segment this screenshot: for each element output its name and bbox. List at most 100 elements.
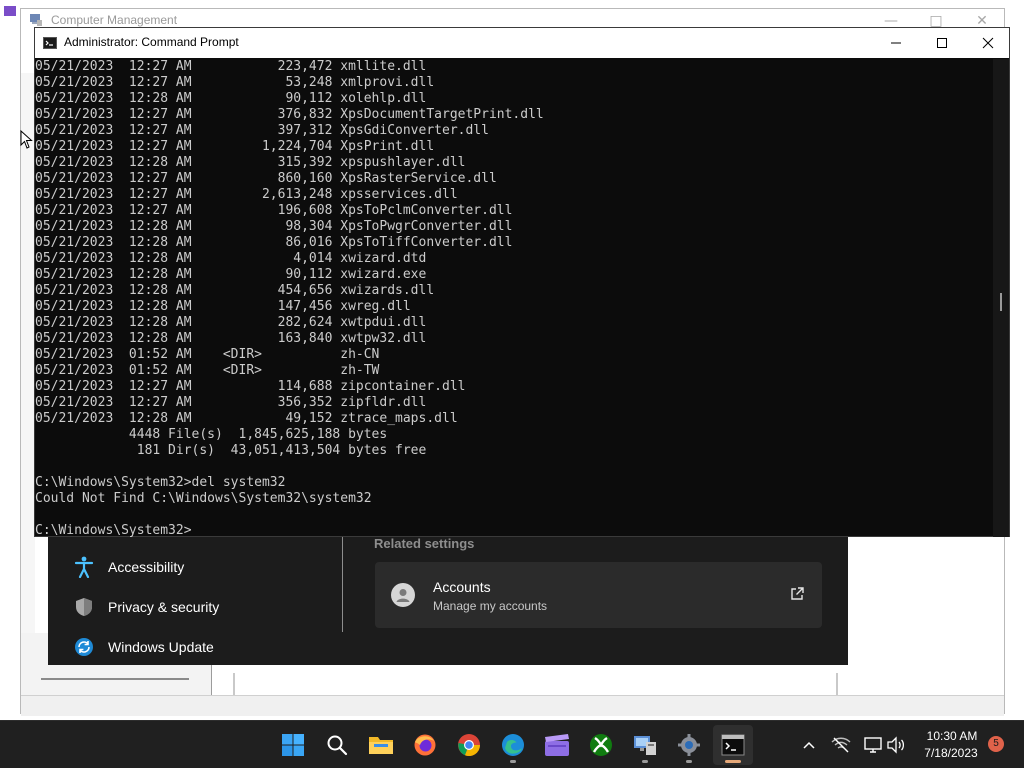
minimize-icon <box>891 42 901 44</box>
console-line: 05/21/2023 12:27 AM 356,352 zipfldr.dll <box>35 395 427 410</box>
terminal-button[interactable] <box>713 725 753 765</box>
console-line: 4448 File(s) 1,845,625,188 bytes <box>35 427 388 442</box>
console-line: 05/21/2023 12:27 AM 53,248 xmlprovi.dll <box>35 75 435 90</box>
settings-nav-label: Accessibility <box>108 559 185 575</box>
console-line: 05/21/2023 12:28 AM 90,112 xolehlp.dll <box>35 91 427 106</box>
console-line: 05/21/2023 12:27 AM 114,688 zipcontainer… <box>35 379 466 394</box>
cm-window-title: Computer Management <box>51 13 178 27</box>
notification-badge[interactable]: 5 <box>988 736 1004 752</box>
edge-button[interactable] <box>493 725 533 765</box>
volume-icon <box>887 736 905 754</box>
network-off-icon <box>831 737 851 753</box>
chrome-button[interactable] <box>449 725 489 765</box>
firefox-icon <box>414 734 436 756</box>
terminal-icon <box>721 734 745 756</box>
xbox-icon <box>590 734 612 756</box>
settings-nav-label: Privacy & security <box>108 599 220 615</box>
cm-horizontal-scrollbar[interactable] <box>41 678 189 680</box>
settings-divider <box>342 536 343 632</box>
avatar <box>391 583 415 607</box>
mouse-pointer-icon <box>20 130 33 149</box>
console-line: 05/21/2023 12:28 AM 147,456 xwreg.dll <box>35 299 411 314</box>
network-button[interactable] <box>831 735 851 755</box>
media-app-button[interactable] <box>537 725 577 765</box>
console-line: 05/21/2023 12:27 AM 376,832 XpsDocumentT… <box>35 107 544 122</box>
running-indicator <box>725 760 741 763</box>
terminal-icon <box>43 37 57 49</box>
cmd-vertical-scrollbar[interactable] <box>993 59 1009 537</box>
console-line: 05/21/2023 12:27 AM 397,312 XpsGdiConver… <box>35 123 489 138</box>
console-line: 05/21/2023 12:27 AM 2,613,248 xpsservice… <box>35 187 458 202</box>
console-line: 05/21/2023 12:27 AM 860,160 XpsRasterSer… <box>35 171 497 186</box>
display-icon <box>864 737 882 753</box>
computer-management-icon <box>30 14 42 26</box>
cmd-scroll-thumb[interactable] <box>1000 293 1002 311</box>
folder-icon <box>369 737 393 754</box>
settings-nav-accessibility[interactable]: Accessibility <box>72 551 184 583</box>
console-line: 05/21/2023 01:52 AM <DIR> zh-CN <box>35 347 380 362</box>
settings-nav-privacy[interactable]: Privacy & security <box>72 591 219 623</box>
settings-window: Accessibility Privacy & security Windows… <box>48 520 848 665</box>
console-line: 05/21/2023 12:28 AM 454,656 xwizards.dll <box>35 283 435 298</box>
cmd-close-button[interactable] <box>965 28 1011 58</box>
cm-tree-pane <box>21 73 35 633</box>
accounts-card-title: Accounts <box>433 579 491 595</box>
computer-management-icon <box>634 736 656 755</box>
console-line: 05/21/2023 12:27 AM 1,224,704 XpsPrint.d… <box>35 139 435 154</box>
running-indicator <box>642 760 648 763</box>
external-link-icon[interactable] <box>789 586 805 602</box>
shield-icon <box>72 595 96 619</box>
taskbar: 10:30 AM 7/18/2023 5 <box>0 720 1024 768</box>
search-icon <box>327 735 348 756</box>
accessibility-icon <box>72 555 96 579</box>
cmd-maximize-button[interactable] <box>919 28 965 58</box>
console-output[interactable]: 05/21/2023 12:27 AM 223,472 xmllite.dll 0… <box>35 59 995 537</box>
console-line: C:\Windows\System32> <box>35 523 192 537</box>
xbox-button[interactable] <box>581 725 621 765</box>
windows-update-icon <box>72 635 96 659</box>
console-line: Could Not Find C:\Windows\System32\syste… <box>35 491 372 506</box>
display-button[interactable] <box>863 735 883 755</box>
clapperboard-icon <box>545 734 569 756</box>
console-line: 05/21/2023 12:28 AM 282,624 xwtpdui.dll <box>35 315 427 330</box>
console-line: 05/21/2023 12:28 AM 163,840 xwtpw32.dll <box>35 331 427 346</box>
chrome-icon <box>458 734 481 757</box>
close-icon <box>982 37 994 49</box>
chevron-up-icon <box>803 741 815 749</box>
console-text: 05/21/2023 12:27 AM 223,472 xmllite.dll 0… <box>35 59 995 537</box>
volume-button[interactable] <box>886 735 906 755</box>
maximize-icon <box>937 38 947 48</box>
clock-date[interactable]: 7/18/2023 <box>916 746 986 760</box>
computer-management-button[interactable] <box>625 725 665 765</box>
clock-time[interactable]: 10:30 AM <box>922 729 982 743</box>
console-line: 181 Dir(s) 43,051,413,504 bytes free <box>35 443 427 458</box>
accounts-card-subtitle: Manage my accounts <box>433 599 548 613</box>
show-hidden-icons-button[interactable] <box>799 735 819 755</box>
console-line: 05/21/2023 12:27 AM 223,472 xmllite.dll <box>35 59 427 74</box>
windows-logo-icon <box>282 734 304 756</box>
file-explorer-button[interactable] <box>361 725 401 765</box>
gear-icon <box>678 734 700 756</box>
accounts-link-card[interactable]: Accounts Manage my accounts <box>375 562 822 628</box>
firefox-button[interactable] <box>405 725 445 765</box>
console-line: 05/21/2023 01:52 AM <DIR> zh-TW <box>35 363 380 378</box>
desktop-app-icon <box>4 6 16 16</box>
console-line: 05/21/2023 12:28 AM 49,152 ztrace_maps.d… <box>35 411 458 426</box>
settings-button[interactable] <box>669 725 709 765</box>
settings-nav-windows-update[interactable]: Windows Update <box>72 631 214 663</box>
running-indicator <box>510 760 516 763</box>
console-line: 05/21/2023 12:28 AM 4,014 xwizard.dtd <box>35 251 427 266</box>
console-line: 05/21/2023 12:27 AM 196,608 XpsToPclmCon… <box>35 203 513 218</box>
console-line: 05/21/2023 12:28 AM 315,392 xpspushlayer… <box>35 155 466 170</box>
start-button[interactable] <box>273 725 313 765</box>
search-button[interactable] <box>317 725 357 765</box>
cmd-window-title: Administrator: Command Prompt <box>64 35 239 49</box>
running-indicator <box>686 760 692 763</box>
edge-icon <box>502 734 524 756</box>
desktop-strip <box>0 0 20 720</box>
command-prompt-window: Administrator: Command Prompt 05/21/2023… <box>34 27 1010 537</box>
cmd-minimize-button[interactable] <box>873 28 919 58</box>
cmd-titlebar[interactable]: Administrator: Command Prompt <box>35 28 1009 58</box>
